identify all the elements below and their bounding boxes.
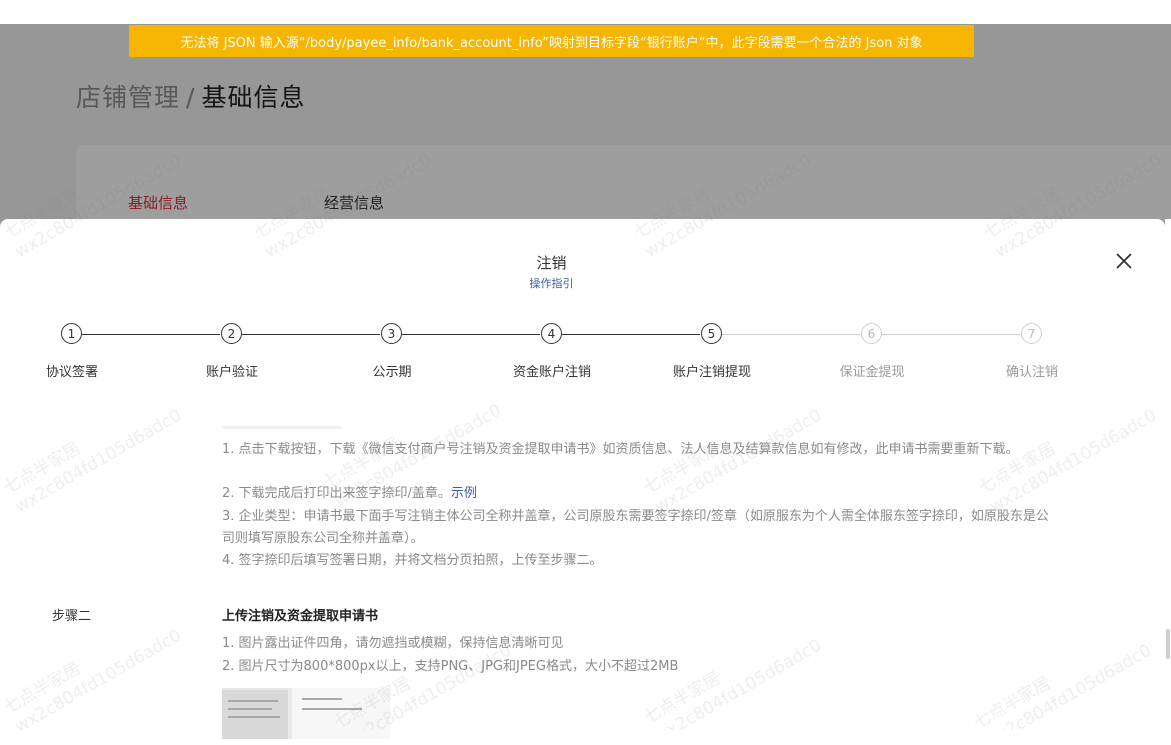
- step-number-2: 2: [221, 323, 242, 344]
- error-banner: 无法将 JSON 输入源“/body/payee_info/bank_accou…: [129, 25, 974, 57]
- text-line: [302, 708, 362, 710]
- step-connector: [402, 334, 540, 335]
- close-button[interactable]: [1112, 249, 1136, 273]
- step-label-7: 确认注销: [1005, 365, 1058, 380]
- step-number-5: 5: [701, 323, 722, 344]
- step-connector: [242, 334, 380, 335]
- step-progress: 1 2 3 4 5 6 7 协议签署 账户验证 公示期 资金账户注销 账户注销提…: [0, 323, 1165, 383]
- step-connector: [562, 334, 700, 335]
- step1-instruction-2: 2. 下载完成后打印出来签字捺印/盖章。示例: [222, 483, 1052, 505]
- modal-title: 注销: [536, 254, 567, 272]
- step-label-3: 公示期: [372, 365, 412, 380]
- step-number-6: 6: [861, 323, 882, 344]
- step-number-1: 1: [61, 323, 82, 344]
- step-number-3: 3: [381, 323, 402, 344]
- step1-instruction-1: 1. 点击下载按钮，下载《微信支付商户号注销及资金提取申请书》如资质信息、法人信…: [222, 442, 1019, 457]
- step-connector: [722, 334, 860, 335]
- top-strip: [0, 0, 1171, 24]
- text-line: [228, 708, 272, 710]
- step2-title: 上传注销及资金提取申请书: [222, 609, 379, 624]
- text-line: [302, 698, 342, 700]
- step2-instruction-2: 2. 图片尺寸为800*800px以上，支持PNG、JPG和JPEG格式，大小不…: [222, 659, 679, 674]
- uploaded-document-thumbnail[interactable]: [222, 688, 390, 739]
- step-number-7: 7: [1021, 323, 1042, 344]
- step2-instruction-1: 1. 图片露出证件四角，请勿遮挡或模糊，保持信息清晰可见: [222, 636, 564, 651]
- deregister-modal: 注销 操作指引 1 2 3 4 5 6 7 协议签署 账户验证 公示期 资金账户…: [0, 219, 1165, 739]
- document-page-2: [292, 688, 390, 739]
- modal-scrollbar[interactable]: [1165, 219, 1171, 730]
- divider: [222, 426, 342, 429]
- text-line: [228, 716, 280, 718]
- text-line: [228, 700, 278, 702]
- step-label-4: 资金账户注销: [512, 365, 591, 380]
- step-label-6: 保证金提现: [839, 365, 905, 380]
- step-connector: [82, 334, 220, 335]
- example-link[interactable]: 示例: [451, 486, 477, 501]
- step-number-4: 4: [541, 323, 562, 344]
- step-connector: [882, 334, 1020, 335]
- document-page-1: [222, 690, 288, 739]
- step-label-5: 账户注销提现: [672, 365, 751, 380]
- close-icon: [1116, 253, 1132, 269]
- step1-instruction-2-text: 2. 下载完成后打印出来签字捺印/盖章。: [222, 486, 451, 501]
- scrollbar-thumb[interactable]: [1166, 629, 1170, 659]
- step-label-1: 协议签署: [45, 365, 98, 380]
- step1-instruction-3: 3. 企业类型：申请书最下面手写注销主体公司全称并盖章，公司原股东需要签字捺印/…: [222, 509, 1049, 546]
- step-label-2: 账户验证: [205, 365, 258, 380]
- step1-instruction-4: 4. 签字捺印后填写签署日期，并将文档分页拍照，上传至步骤二。: [222, 553, 603, 568]
- operation-guide-link[interactable]: 操作指引: [0, 275, 1103, 291]
- step2-label: 步骤二: [52, 609, 92, 624]
